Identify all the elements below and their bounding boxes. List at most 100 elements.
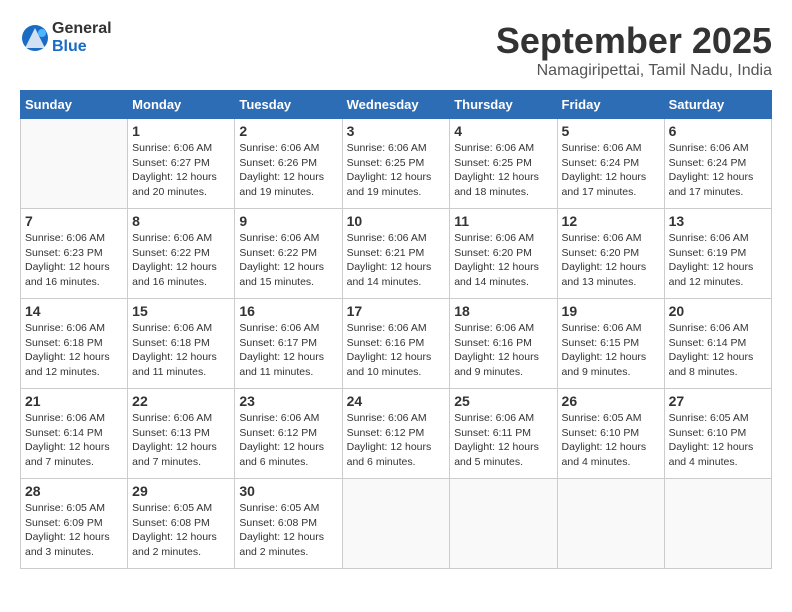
- calendar-table: SundayMondayTuesdayWednesdayThursdayFrid…: [20, 90, 772, 569]
- calendar-cell: 8 Sunrise: 6:06 AM Sunset: 6:22 PM Daylig…: [128, 209, 235, 299]
- calendar-week-2: 7 Sunrise: 6:06 AM Sunset: 6:23 PM Daylig…: [21, 209, 772, 299]
- day-number: 7: [25, 213, 123, 229]
- calendar-cell: 4Sunrise: 6:06 AM Sunset: 6:25 PM Daylig…: [450, 119, 557, 209]
- day-number: 27: [669, 393, 767, 409]
- calendar-cell: 19 Sunrise: 6:06 AM Sunset: 6:15 PM Dayli…: [557, 299, 664, 389]
- day-number: 19: [562, 303, 660, 319]
- calendar-cell: 7 Sunrise: 6:06 AM Sunset: 6:23 PM Daylig…: [21, 209, 128, 299]
- calendar-cell: 14Sunrise: 6:06 AM Sunset: 6:18 PM Dayli…: [21, 299, 128, 389]
- day-info: Sunrise: 6:06 AM Sunset: 6:15 PM Dayligh…: [562, 321, 660, 380]
- day-number: 20: [669, 303, 767, 319]
- day-info: Sunrise: 6:06 AM Sunset: 6:18 PM Dayligh…: [132, 321, 230, 380]
- day-number: 30: [239, 483, 337, 499]
- day-info: Sunrise: 6:06 AM Sunset: 6:24 PM Dayligh…: [669, 141, 767, 200]
- logo-general: General: [52, 20, 112, 38]
- day-info: Sunrise: 6:05 AM Sunset: 6:08 PM Dayligh…: [132, 501, 230, 560]
- day-info: Sunrise: 6:06 AM Sunset: 6:21 PM Dayligh…: [347, 231, 446, 290]
- day-info: Sunrise: 6:06 AM Sunset: 6:25 PM Dayligh…: [347, 141, 446, 200]
- day-number: 9: [239, 213, 337, 229]
- day-number: 8: [132, 213, 230, 229]
- calendar-cell: [664, 479, 771, 569]
- day-number: 1: [132, 123, 230, 139]
- calendar-cell: 5 Sunrise: 6:06 AM Sunset: 6:24 PM Daylig…: [557, 119, 664, 209]
- logo: General Blue: [20, 20, 112, 56]
- day-number: 28: [25, 483, 123, 499]
- calendar-week-4: 21 Sunrise: 6:06 AM Sunset: 6:14 PM Dayli…: [21, 389, 772, 479]
- day-info: Sunrise: 6:06 AM Sunset: 6:14 PM Dayligh…: [25, 411, 123, 470]
- day-info: Sunrise: 6:06 AM Sunset: 6:17 PM Dayligh…: [239, 321, 337, 380]
- calendar-header-row: SundayMondayTuesdayWednesdayThursdayFrid…: [21, 91, 772, 119]
- day-number: 24: [347, 393, 446, 409]
- day-header-tuesday: Tuesday: [235, 91, 342, 119]
- day-number: 18: [454, 303, 552, 319]
- title-section: September 2025 Namagiripettai, Tamil Nad…: [496, 20, 772, 80]
- calendar-cell: 6Sunrise: 6:06 AM Sunset: 6:24 PM Daylig…: [664, 119, 771, 209]
- calendar-cell: 22Sunrise: 6:06 AM Sunset: 6:13 PM Dayli…: [128, 389, 235, 479]
- calendar-cell: 10 Sunrise: 6:06 AM Sunset: 6:21 PM Dayli…: [342, 209, 450, 299]
- header: General Blue September 2025 Namagiripett…: [20, 20, 772, 80]
- calendar-cell: 3Sunrise: 6:06 AM Sunset: 6:25 PM Daylig…: [342, 119, 450, 209]
- day-header-thursday: Thursday: [450, 91, 557, 119]
- calendar-cell: 17 Sunrise: 6:06 AM Sunset: 6:16 PM Dayli…: [342, 299, 450, 389]
- day-info: Sunrise: 6:06 AM Sunset: 6:13 PM Dayligh…: [132, 411, 230, 470]
- day-number: 5: [562, 123, 660, 139]
- logo-blue: Blue: [52, 38, 112, 56]
- calendar-cell: [21, 119, 128, 209]
- calendar-cell: 24 Sunrise: 6:06 AM Sunset: 6:12 PM Dayli…: [342, 389, 450, 479]
- calendar-cell: 11 Sunrise: 6:06 AM Sunset: 6:20 PM Dayli…: [450, 209, 557, 299]
- calendar-cell: 20 Sunrise: 6:06 AM Sunset: 6:14 PM Dayli…: [664, 299, 771, 389]
- day-info: Sunrise: 6:06 AM Sunset: 6:16 PM Dayligh…: [347, 321, 446, 380]
- calendar-cell: 21 Sunrise: 6:06 AM Sunset: 6:14 PM Dayli…: [21, 389, 128, 479]
- calendar-cell: 26Sunrise: 6:05 AM Sunset: 6:10 PM Dayli…: [557, 389, 664, 479]
- day-header-wednesday: Wednesday: [342, 91, 450, 119]
- calendar-week-3: 14Sunrise: 6:06 AM Sunset: 6:18 PM Dayli…: [21, 299, 772, 389]
- calendar-cell: 23 Sunrise: 6:06 AM Sunset: 6:12 PM Dayli…: [235, 389, 342, 479]
- day-info: Sunrise: 6:06 AM Sunset: 6:23 PM Dayligh…: [25, 231, 123, 290]
- day-info: Sunrise: 6:06 AM Sunset: 6:20 PM Dayligh…: [454, 231, 552, 290]
- calendar-cell: 29 Sunrise: 6:05 AM Sunset: 6:08 PM Dayli…: [128, 479, 235, 569]
- day-number: 23: [239, 393, 337, 409]
- calendar-cell: 28Sunrise: 6:05 AM Sunset: 6:09 PM Dayli…: [21, 479, 128, 569]
- day-info: Sunrise: 6:06 AM Sunset: 6:12 PM Dayligh…: [239, 411, 337, 470]
- calendar-cell: [450, 479, 557, 569]
- day-header-friday: Friday: [557, 91, 664, 119]
- calendar-cell: 9Sunrise: 6:06 AM Sunset: 6:22 PM Daylig…: [235, 209, 342, 299]
- day-info: Sunrise: 6:06 AM Sunset: 6:11 PM Dayligh…: [454, 411, 552, 470]
- day-number: 16: [239, 303, 337, 319]
- day-info: Sunrise: 6:05 AM Sunset: 6:10 PM Dayligh…: [562, 411, 660, 470]
- day-number: 17: [347, 303, 446, 319]
- calendar-cell: 2 Sunrise: 6:06 AM Sunset: 6:26 PM Daylig…: [235, 119, 342, 209]
- calendar-cell: 1 Sunrise: 6:06 AM Sunset: 6:27 PM Daylig…: [128, 119, 235, 209]
- calendar-cell: 12Sunrise: 6:06 AM Sunset: 6:20 PM Dayli…: [557, 209, 664, 299]
- day-info: Sunrise: 6:05 AM Sunset: 6:08 PM Dayligh…: [239, 501, 337, 560]
- calendar-week-1: 1 Sunrise: 6:06 AM Sunset: 6:27 PM Daylig…: [21, 119, 772, 209]
- day-info: Sunrise: 6:06 AM Sunset: 6:18 PM Dayligh…: [25, 321, 123, 380]
- calendar-cell: [342, 479, 450, 569]
- day-info: Sunrise: 6:06 AM Sunset: 6:22 PM Dayligh…: [132, 231, 230, 290]
- calendar-week-5: 28Sunrise: 6:05 AM Sunset: 6:09 PM Dayli…: [21, 479, 772, 569]
- calendar-cell: 15 Sunrise: 6:06 AM Sunset: 6:18 PM Dayli…: [128, 299, 235, 389]
- day-info: Sunrise: 6:05 AM Sunset: 6:10 PM Dayligh…: [669, 411, 767, 470]
- calendar-cell: 30 Sunrise: 6:05 AM Sunset: 6:08 PM Dayli…: [235, 479, 342, 569]
- day-number: 29: [132, 483, 230, 499]
- day-info: Sunrise: 6:06 AM Sunset: 6:24 PM Dayligh…: [562, 141, 660, 200]
- logo-icon: [20, 23, 50, 53]
- day-number: 11: [454, 213, 552, 229]
- calendar-cell: 16 Sunrise: 6:06 AM Sunset: 6:17 PM Dayli…: [235, 299, 342, 389]
- day-number: 10: [347, 213, 446, 229]
- month-year-title: September 2025: [496, 20, 772, 62]
- day-header-monday: Monday: [128, 91, 235, 119]
- day-header-sunday: Sunday: [21, 91, 128, 119]
- day-info: Sunrise: 6:06 AM Sunset: 6:27 PM Dayligh…: [132, 141, 230, 200]
- day-info: Sunrise: 6:06 AM Sunset: 6:20 PM Dayligh…: [562, 231, 660, 290]
- calendar-cell: 27 Sunrise: 6:05 AM Sunset: 6:10 PM Dayli…: [664, 389, 771, 479]
- day-number: 13: [669, 213, 767, 229]
- calendar-cell: 18Sunrise: 6:06 AM Sunset: 6:16 PM Dayli…: [450, 299, 557, 389]
- day-info: Sunrise: 6:06 AM Sunset: 6:26 PM Dayligh…: [239, 141, 337, 200]
- day-info: Sunrise: 6:06 AM Sunset: 6:14 PM Dayligh…: [669, 321, 767, 380]
- day-info: Sunrise: 6:06 AM Sunset: 6:19 PM Dayligh…: [669, 231, 767, 290]
- day-number: 2: [239, 123, 337, 139]
- day-info: Sunrise: 6:06 AM Sunset: 6:12 PM Dayligh…: [347, 411, 446, 470]
- day-number: 21: [25, 393, 123, 409]
- day-number: 15: [132, 303, 230, 319]
